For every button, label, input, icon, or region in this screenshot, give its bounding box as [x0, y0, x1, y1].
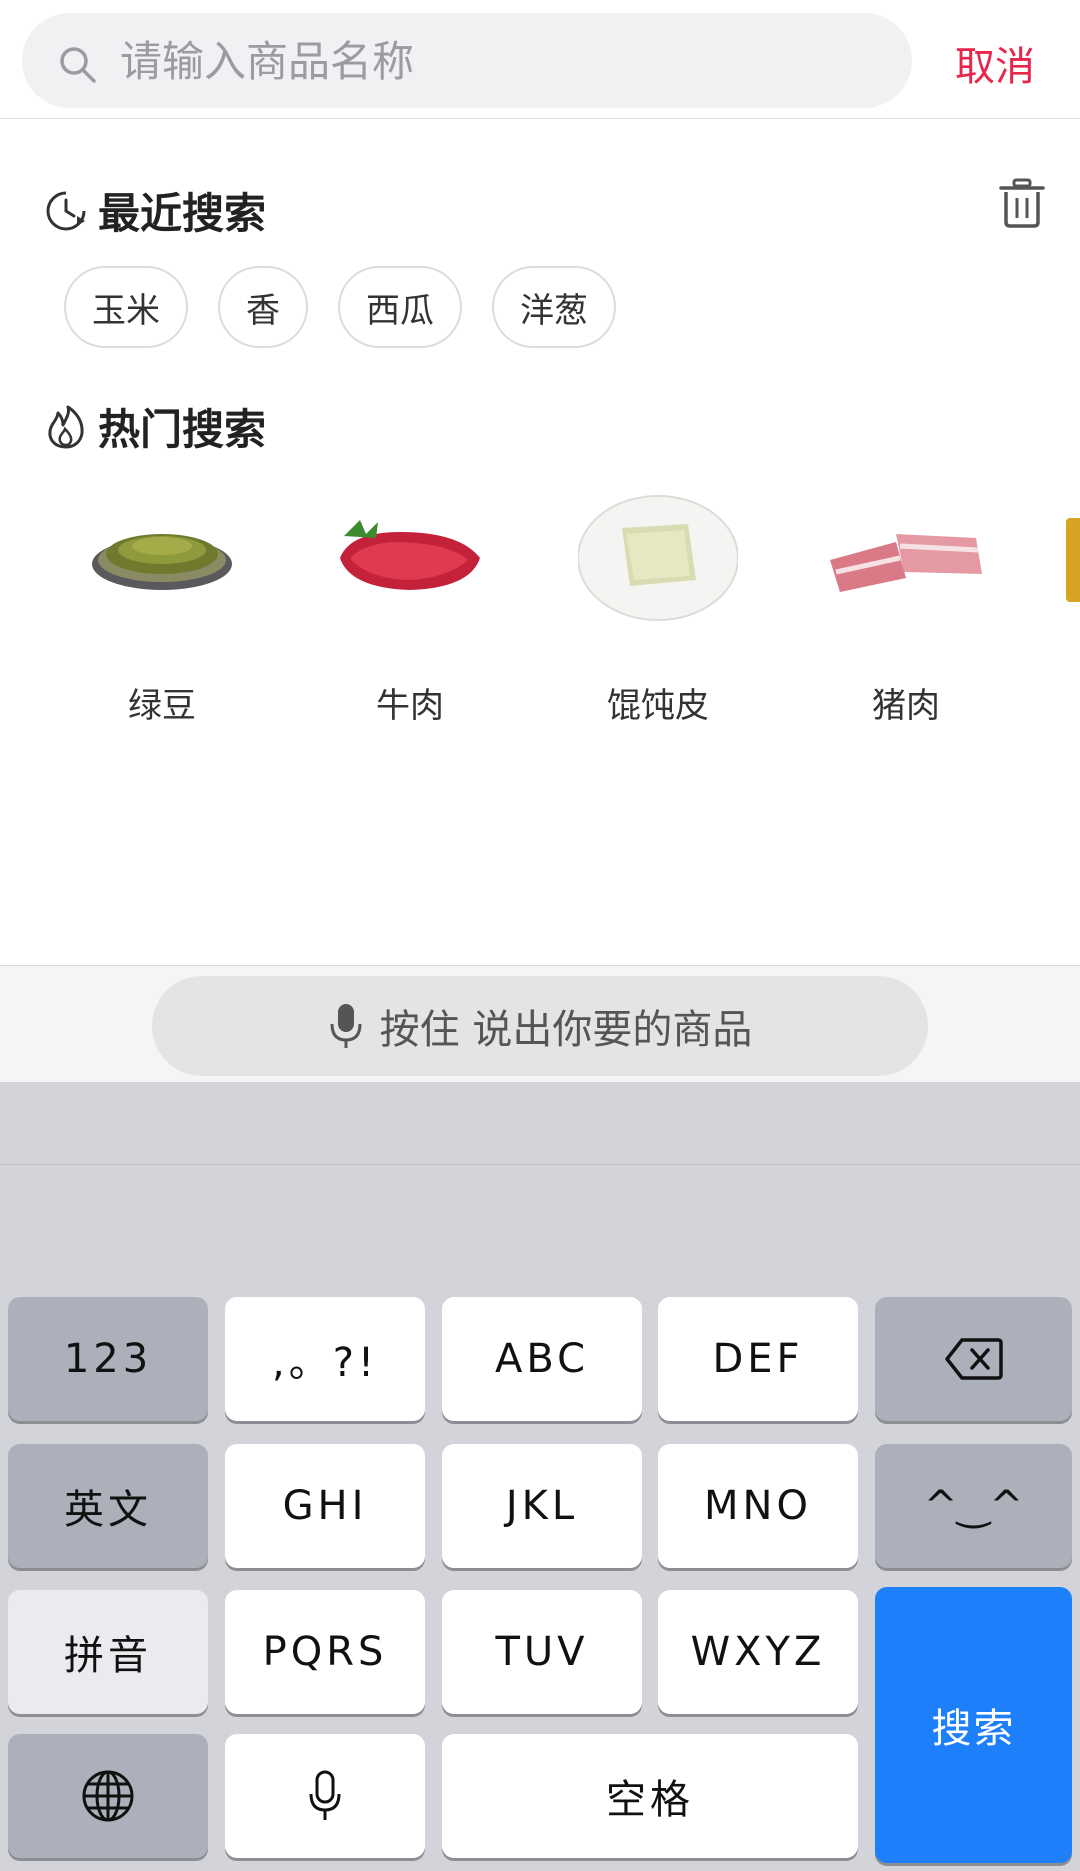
hot-item-label: 馄饨皮	[607, 686, 709, 726]
hot-item-beef[interactable]: 牛肉	[290, 488, 510, 728]
key-abc[interactable]: ABC	[442, 1297, 642, 1421]
wonton-wrappers-image	[578, 495, 738, 621]
hot-item-wonton-wrappers[interactable]: 馄饨皮	[538, 488, 758, 728]
search-icon	[60, 47, 96, 83]
hot-search-title: 热门搜索	[98, 405, 267, 454]
trash-icon[interactable]	[998, 178, 1046, 228]
recent-search-header: 最近搜索	[44, 180, 266, 241]
cancel-button[interactable]: 取消	[955, 34, 1035, 92]
hot-search-list: 绿豆 牛肉 馄饨皮 猪肉	[0, 488, 1080, 738]
key-ghi[interactable]: GHI	[225, 1444, 425, 1568]
key-english[interactable]: 英文	[8, 1444, 208, 1568]
key-123[interactable]: 123	[8, 1297, 208, 1421]
key-backspace[interactable]	[875, 1297, 1072, 1421]
key-pinyin[interactable]: 拼音	[8, 1590, 208, 1714]
hot-item-label: 绿豆	[128, 686, 196, 726]
key-jkl[interactable]: JKL	[442, 1444, 642, 1568]
search-box[interactable]	[22, 13, 912, 108]
key-mno[interactable]: MNO	[658, 1444, 858, 1568]
key-wxyz[interactable]: WXYZ	[658, 1590, 858, 1714]
recent-search-chip[interactable]: 玉米	[64, 266, 188, 348]
search-header: 取消	[0, 0, 1080, 119]
hot-item-label: 牛肉	[376, 686, 444, 726]
mung-beans-image	[92, 534, 232, 590]
microphone-icon	[330, 1004, 362, 1048]
search-input[interactable]	[120, 27, 880, 95]
voice-input-label: 按住 说出你要的商品	[379, 1007, 753, 1053]
voice-input-button[interactable]: 按住 说出你要的商品	[152, 976, 928, 1076]
key-punctuation[interactable]: ,。?!	[225, 1297, 425, 1421]
pork-image	[830, 534, 982, 592]
recent-search-list: 玉米 香 西瓜 洋葱	[64, 266, 616, 348]
keyboard-candidate-divider	[0, 1164, 1080, 1165]
key-space[interactable]: 空格	[442, 1734, 858, 1858]
key-globe[interactable]	[8, 1734, 208, 1858]
clock-icon	[46, 191, 86, 230]
hot-item-pork[interactable]: 猪肉	[786, 488, 1006, 728]
recent-search-chip[interactable]: 西瓜	[338, 266, 462, 348]
microphone-icon	[309, 1770, 341, 1820]
recent-search-chip[interactable]: 香	[218, 266, 308, 348]
voice-input-area: 按住 说出你要的商品	[0, 965, 1080, 1082]
key-pqrs[interactable]: PQRS	[225, 1590, 425, 1714]
flame-icon	[48, 405, 84, 448]
hot-item-partial-image	[1066, 518, 1080, 602]
globe-icon	[82, 1770, 134, 1822]
keyboard: 123 ,。?! ABC DEF 英文 GHI JKL MNO ^‿^ 拼音 P…	[0, 1082, 1080, 1871]
key-search[interactable]: 搜索	[875, 1587, 1072, 1863]
key-dictation[interactable]	[225, 1734, 425, 1858]
key-def[interactable]: DEF	[658, 1297, 858, 1421]
recent-search-chip[interactable]: 洋葱	[492, 266, 616, 348]
hot-item-mung-beans[interactable]: 绿豆	[42, 488, 262, 728]
recent-search-title: 最近搜索	[98, 189, 267, 238]
hot-search-header: 热门搜索	[44, 396, 266, 457]
key-emoticon[interactable]: ^‿^	[875, 1444, 1072, 1568]
key-tuv[interactable]: TUV	[442, 1590, 642, 1714]
hot-item-label: 猪肉	[872, 686, 940, 726]
backspace-icon	[944, 1338, 1003, 1380]
beef-image	[340, 520, 480, 590]
